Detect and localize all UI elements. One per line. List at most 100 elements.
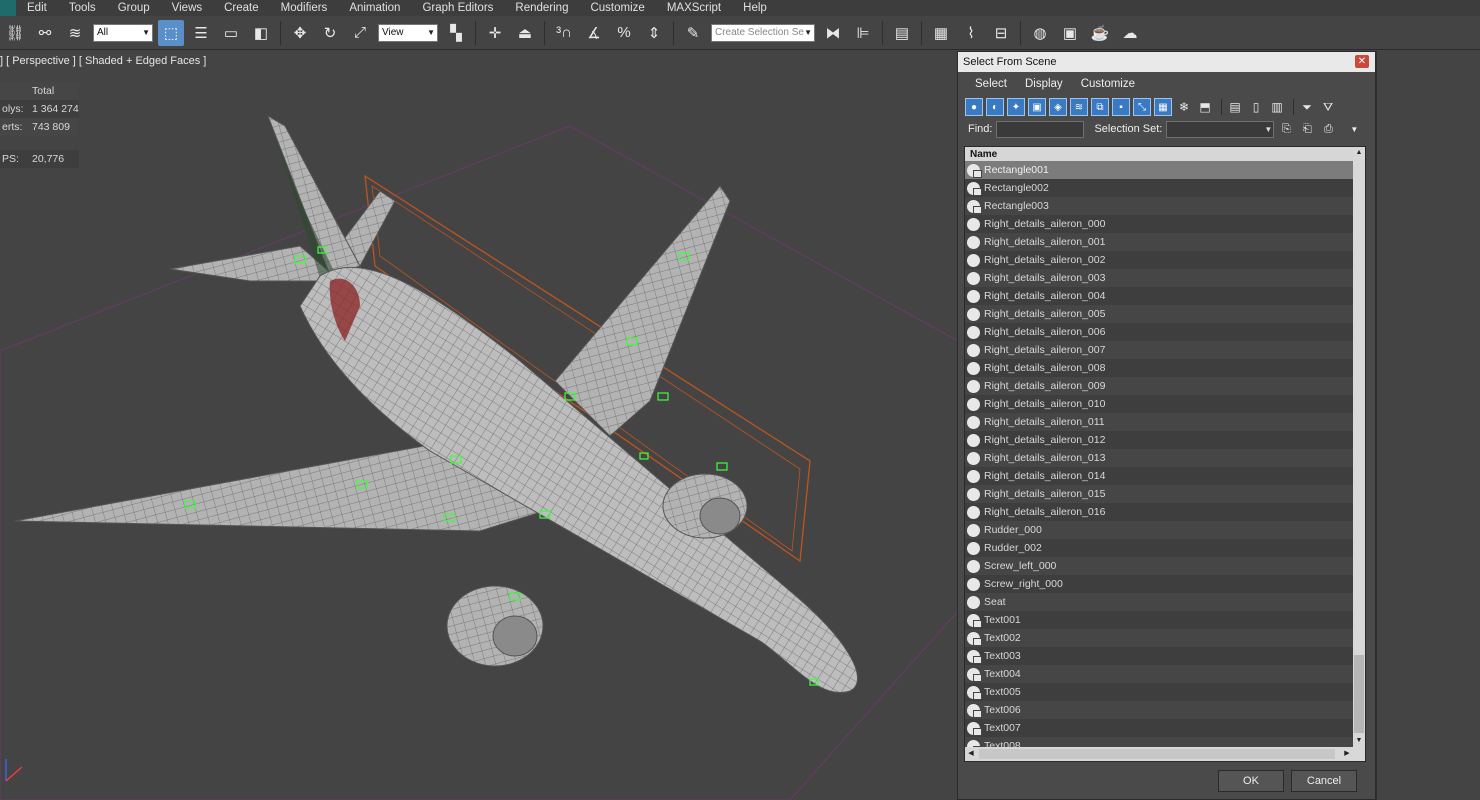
- display-shapes-icon[interactable]: ◐: [986, 98, 1004, 116]
- menu-item-rendering[interactable]: Rendering: [504, 0, 579, 16]
- list-item[interactable]: Right_details_aileron_005: [965, 305, 1354, 323]
- snaps-toggle-icon[interactable]: ³∩: [551, 20, 577, 46]
- menu-item-group[interactable]: Group: [107, 0, 161, 16]
- cancel-button[interactable]: Cancel: [1291, 770, 1357, 792]
- menu-item-graph-editors[interactable]: Graph Editors: [411, 0, 504, 16]
- list-item[interactable]: Rectangle003: [965, 197, 1354, 215]
- select-invert-icon[interactable]: ▥: [1268, 98, 1286, 116]
- display-helpers-icon[interactable]: ◈: [1049, 98, 1067, 116]
- selection-filter-dropdown[interactable]: All ▼: [93, 23, 153, 42]
- list-item[interactable]: Screw_right_000: [965, 575, 1354, 593]
- menu-item-create[interactable]: Create: [213, 0, 270, 16]
- menu-item-maxscript[interactable]: MAXScript: [656, 0, 732, 16]
- list-item[interactable]: Right_details_aileron_013: [965, 449, 1354, 467]
- mirror-icon[interactable]: ⧓: [820, 20, 846, 46]
- list-item[interactable]: Right_details_aileron_011: [965, 413, 1354, 431]
- perspective-viewport[interactable]: ] [ Perspective ] [ Shaded + Edged Faces…: [0, 51, 958, 800]
- options-dropdown-icon[interactable]: ▼: [1345, 121, 1363, 138]
- layer-manager-icon[interactable]: ▤: [889, 20, 915, 46]
- list-item[interactable]: Text006: [965, 701, 1354, 719]
- list-item[interactable]: Rudder_000: [965, 521, 1354, 539]
- rotate-icon[interactable]: ↻: [317, 20, 343, 46]
- ok-button[interactable]: OK: [1218, 770, 1284, 792]
- keyboard-shortcut-icon[interactable]: ⏏: [512, 20, 538, 46]
- list-item[interactable]: Right_details_aileron_016: [965, 503, 1354, 521]
- spinner-snap-icon[interactable]: ⇕: [641, 20, 667, 46]
- selection-set-dropdown[interactable]: ▼: [1166, 120, 1275, 138]
- list-item[interactable]: Right_details_aileron_002: [965, 251, 1354, 269]
- select-all-icon[interactable]: ▤: [1226, 98, 1244, 116]
- list-item[interactable]: Text007: [965, 719, 1354, 737]
- display-bones-icon[interactable]: ⤡: [1133, 98, 1151, 116]
- display-containers-icon[interactable]: ▦: [1154, 98, 1172, 116]
- render-production-icon[interactable]: ☁: [1117, 20, 1143, 46]
- list-item[interactable]: Right_details_aileron_006: [965, 323, 1354, 341]
- move-icon[interactable]: ✥: [287, 20, 313, 46]
- list-item[interactable]: Right_details_aileron_007: [965, 341, 1354, 359]
- list-item[interactable]: Right_details_aileron_009: [965, 377, 1354, 395]
- list-item[interactable]: Right_details_aileron_010: [965, 395, 1354, 413]
- viewport-label[interactable]: ] [ Perspective ] [ Shaded + Edged Faces…: [0, 55, 206, 67]
- list-item[interactable]: Right_details_aileron_014: [965, 467, 1354, 485]
- scroll-right-icon[interactable]: ▶: [1341, 747, 1353, 761]
- list-item[interactable]: Right_details_aileron_012: [965, 431, 1354, 449]
- link-icon[interactable]: ⛓: [2, 20, 28, 46]
- list-item[interactable]: Right_details_aileron_008: [965, 359, 1354, 377]
- menu-item-customize[interactable]: Customize: [579, 0, 655, 16]
- find-input[interactable]: [996, 120, 1085, 138]
- render-setup-icon[interactable]: ▣: [1057, 20, 1083, 46]
- reference-coordinate-dropdown[interactable]: View ▼: [378, 23, 438, 42]
- create-selection-set-icon[interactable]: ⎘: [1277, 121, 1295, 138]
- display-xrefs-icon[interactable]: ▪: [1112, 98, 1130, 116]
- curve-editor-icon[interactable]: ⌇: [958, 20, 984, 46]
- list-item[interactable]: Seat: [965, 593, 1354, 611]
- scroll-up-icon[interactable]: ▲: [1353, 147, 1365, 159]
- display-groups-icon[interactable]: ⧉: [1091, 98, 1109, 116]
- scale-icon[interactable]: ⤢: [347, 20, 373, 46]
- edit-named-selection-icon[interactable]: ✎: [680, 20, 706, 46]
- display-frozen-icon[interactable]: ❄: [1175, 98, 1193, 116]
- bind-spacewarp-icon[interactable]: ≋: [62, 20, 88, 46]
- list-item[interactable]: Screw_left_000: [965, 557, 1354, 575]
- select-by-name-icon[interactable]: ☰: [188, 20, 214, 46]
- select-manipulate-icon[interactable]: ✛: [482, 20, 508, 46]
- column-header-name[interactable]: Name: [965, 147, 1355, 161]
- filter-options-icon[interactable]: ⛛: [1319, 98, 1337, 116]
- display-lights-icon[interactable]: ✦: [1007, 98, 1025, 116]
- add-to-selection-set-icon[interactable]: ⎗: [1298, 121, 1316, 138]
- menu-item-tools[interactable]: Tools: [58, 0, 107, 16]
- menu-item-edit[interactable]: Edit: [16, 0, 58, 16]
- menu-item-animation[interactable]: Animation: [338, 0, 411, 16]
- list-item[interactable]: Text005: [965, 683, 1354, 701]
- angle-snap-icon[interactable]: ∡: [581, 20, 607, 46]
- menu-item-modifiers[interactable]: Modifiers: [270, 0, 339, 16]
- display-geometry-icon[interactable]: ●: [965, 98, 983, 116]
- unlink-icon[interactable]: ⚯: [32, 20, 58, 46]
- list-item[interactable]: Right_details_aileron_003: [965, 269, 1354, 287]
- list-item[interactable]: Text004: [965, 665, 1354, 683]
- select-none-icon[interactable]: ▯: [1247, 98, 1265, 116]
- list-item[interactable]: Text002: [965, 629, 1354, 647]
- list-item[interactable]: Right_details_aileron_015: [965, 485, 1354, 503]
- dialog-menu-display[interactable]: Display: [1016, 78, 1072, 90]
- window-crossing-icon[interactable]: ◧: [248, 20, 274, 46]
- dialog-menu-select[interactable]: Select: [966, 78, 1016, 90]
- named-selection-set-dropdown[interactable]: Create Selection Se ▼: [711, 23, 815, 42]
- vertical-scroll-thumb[interactable]: [1354, 655, 1364, 733]
- list-item[interactable]: Right_details_aileron_000: [965, 215, 1354, 233]
- menu-item-views[interactable]: Views: [161, 0, 213, 16]
- display-cameras-icon[interactable]: ▣: [1028, 98, 1046, 116]
- pivot-center-icon[interactable]: ▚: [443, 20, 469, 46]
- close-icon[interactable]: ✕: [1355, 55, 1369, 68]
- menu-item-help[interactable]: Help: [732, 0, 778, 16]
- display-hidden-icon[interactable]: ⬒: [1196, 98, 1214, 116]
- horizontal-scrollbar[interactable]: ◀ ▶: [965, 747, 1365, 761]
- scroll-down-icon[interactable]: ▼: [1353, 735, 1365, 747]
- schematic-view-icon[interactable]: ⊟: [988, 20, 1014, 46]
- scroll-left-icon[interactable]: ◀: [965, 747, 977, 761]
- display-spacewarps-icon[interactable]: ≋: [1070, 98, 1088, 116]
- vertical-scrollbar[interactable]: ▲ ▼: [1353, 147, 1365, 747]
- list-item[interactable]: Rectangle002: [965, 179, 1354, 197]
- app-logo-icon[interactable]: [0, 0, 16, 16]
- remove-from-selection-set-icon[interactable]: ⎙: [1319, 121, 1337, 138]
